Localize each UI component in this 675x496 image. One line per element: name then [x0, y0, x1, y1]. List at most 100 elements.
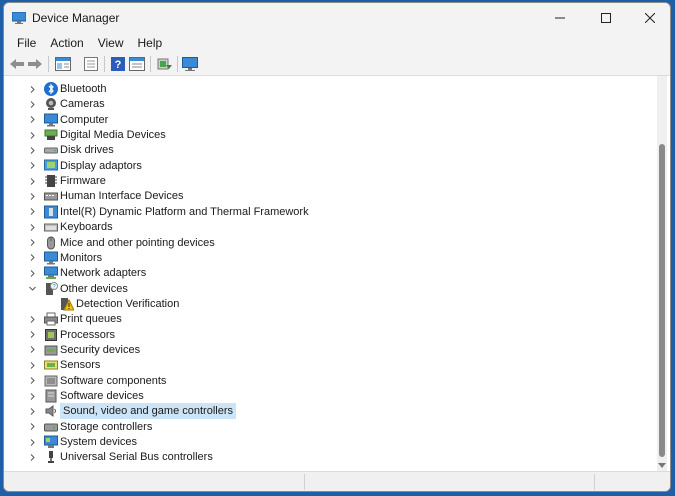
tree-item[interactable]: Display adaptors — [4, 158, 644, 174]
chevron-right-icon[interactable] — [28, 192, 37, 201]
tree-item-label: Disk drives — [60, 144, 114, 157]
chevron-right-icon[interactable] — [28, 207, 37, 216]
scroll-down-icon[interactable] — [658, 461, 666, 469]
tree-item-label: Intel(R) Dynamic Platform and Thermal Fr… — [60, 205, 309, 218]
tree-item[interactable]: Intel(R) Dynamic Platform and Thermal Fr… — [4, 204, 644, 220]
chevron-right-icon[interactable] — [28, 223, 37, 232]
tree-item[interactable]: Digital Media Devices — [4, 127, 644, 143]
tree-item[interactable]: Universal Serial Bus controllers — [4, 449, 644, 465]
tree-item[interactable]: Processors — [4, 327, 644, 343]
help-icon: ? — [111, 57, 125, 71]
tree-item[interactable]: Monitors — [4, 250, 644, 266]
chevron-right-icon[interactable] — [28, 146, 37, 155]
keyboard-icon — [44, 223, 58, 232]
security-icon — [44, 345, 58, 356]
menu-action[interactable]: Action — [43, 36, 90, 50]
tree-item-label: Processors — [60, 328, 116, 341]
tree-item-label: Detection Verification — [76, 297, 180, 310]
tree-item-label: Human Interface Devices — [60, 190, 184, 203]
chevron-right-icon[interactable] — [28, 315, 37, 324]
window-title: Device Manager — [32, 11, 120, 25]
device-list-button[interactable] — [82, 55, 100, 73]
properties-button[interactable] — [54, 55, 72, 73]
tree-item[interactable]: Security devices — [4, 342, 644, 358]
back-button[interactable] — [8, 55, 26, 73]
chevron-right-icon[interactable] — [28, 100, 37, 109]
update-driver-icon — [157, 58, 172, 70]
tree-item-label: Sensors — [60, 359, 101, 372]
forward-button[interactable] — [26, 55, 44, 73]
minimize-button[interactable] — [538, 3, 582, 33]
tree-item-label: Keyboards — [60, 221, 113, 234]
help-button[interactable]: ? — [109, 55, 127, 73]
chevron-right-icon[interactable] — [28, 330, 37, 339]
chevron-right-icon[interactable] — [28, 131, 37, 140]
title-bar[interactable]: Device Manager — [4, 3, 670, 33]
chevron-right-icon[interactable] — [28, 253, 37, 262]
tree-item[interactable]: System devices — [4, 434, 644, 450]
status-cell — [4, 474, 305, 490]
scan-hardware-button[interactable] — [181, 55, 199, 73]
display-adapter-icon — [44, 159, 58, 171]
tree-item[interactable]: Sound, video and game controllers — [4, 403, 644, 420]
tree-item-label: Software devices — [60, 390, 144, 402]
tree-item[interactable]: Print queues — [4, 311, 644, 327]
chevron-right-icon[interactable] — [28, 422, 37, 431]
menu-view[interactable]: View — [91, 36, 131, 50]
chevron-down-icon[interactable] — [28, 284, 37, 293]
maximize-button[interactable] — [584, 3, 628, 33]
chevron-right-icon[interactable] — [28, 407, 37, 416]
tree-item-label: Security devices — [60, 343, 141, 356]
chevron-right-icon[interactable] — [28, 85, 37, 94]
tree-item[interactable]: Mice and other pointing devices — [4, 235, 644, 251]
chevron-right-icon[interactable] — [28, 269, 37, 278]
tree-item[interactable]: Detection Verification — [4, 296, 644, 312]
tree-item[interactable]: Storage controllers — [4, 419, 644, 435]
camera-icon — [46, 98, 56, 111]
menu-file[interactable]: File — [10, 36, 43, 50]
network-icon — [44, 266, 58, 280]
back-icon — [10, 59, 24, 69]
vertical-scrollbar[interactable] — [657, 76, 667, 471]
device-tree[interactable]: Bluetooth Cameras Computer Digital Media De… — [4, 76, 654, 471]
tree-item[interactable]: Network adapters — [4, 265, 644, 281]
chevron-right-icon[interactable] — [28, 376, 37, 385]
tree-item[interactable]: Human Interface Devices — [4, 188, 644, 204]
tree-item-label: Other devices — [60, 282, 128, 295]
scrollbar-thumb[interactable] — [659, 144, 665, 457]
tree-item[interactable]: Bluetooth — [4, 81, 644, 97]
toolbar-separator — [48, 56, 49, 72]
close-button[interactable] — [628, 3, 670, 33]
update-driver-button[interactable] — [155, 55, 173, 73]
chevron-right-icon[interactable] — [28, 345, 37, 354]
tree-item[interactable]: Software components — [4, 373, 644, 389]
tree-item-label: Monitors — [60, 251, 103, 264]
tree-item-label: Network adapters — [60, 267, 147, 280]
tree-item[interactable]: Cameras — [4, 96, 644, 112]
view-button[interactable] — [128, 55, 146, 73]
tree-item[interactable]: Sensors — [4, 357, 644, 373]
media-device-icon — [44, 129, 58, 141]
tree-item[interactable]: Disk drives — [4, 142, 644, 158]
tree-item[interactable]: Software devices — [4, 388, 644, 404]
tree-item[interactable]: Firmware — [4, 173, 644, 189]
status-bar — [4, 471, 670, 491]
processor-icon — [45, 328, 57, 341]
chevron-right-icon[interactable] — [28, 177, 37, 186]
tree-item[interactable]: Keyboards — [4, 219, 644, 235]
tree-item[interactable]: ? Other devices — [4, 281, 644, 297]
chevron-right-icon[interactable] — [28, 392, 37, 401]
chevron-right-icon[interactable] — [28, 361, 37, 370]
tree-item-label: Software components — [60, 374, 167, 387]
monitor-icon — [44, 251, 58, 265]
speaker-icon — [45, 405, 56, 418]
chevron-right-icon[interactable] — [28, 115, 37, 124]
chevron-right-icon[interactable] — [28, 438, 37, 447]
menu-help[interactable]: Help — [131, 36, 170, 50]
chevron-right-icon[interactable] — [28, 453, 37, 462]
chevron-right-icon[interactable] — [28, 161, 37, 170]
tree-item[interactable]: Computer — [4, 112, 644, 128]
tree-item-label: Storage controllers — [60, 420, 153, 433]
chevron-right-icon[interactable] — [28, 238, 37, 247]
tree-item-label: Display adaptors — [60, 159, 142, 172]
